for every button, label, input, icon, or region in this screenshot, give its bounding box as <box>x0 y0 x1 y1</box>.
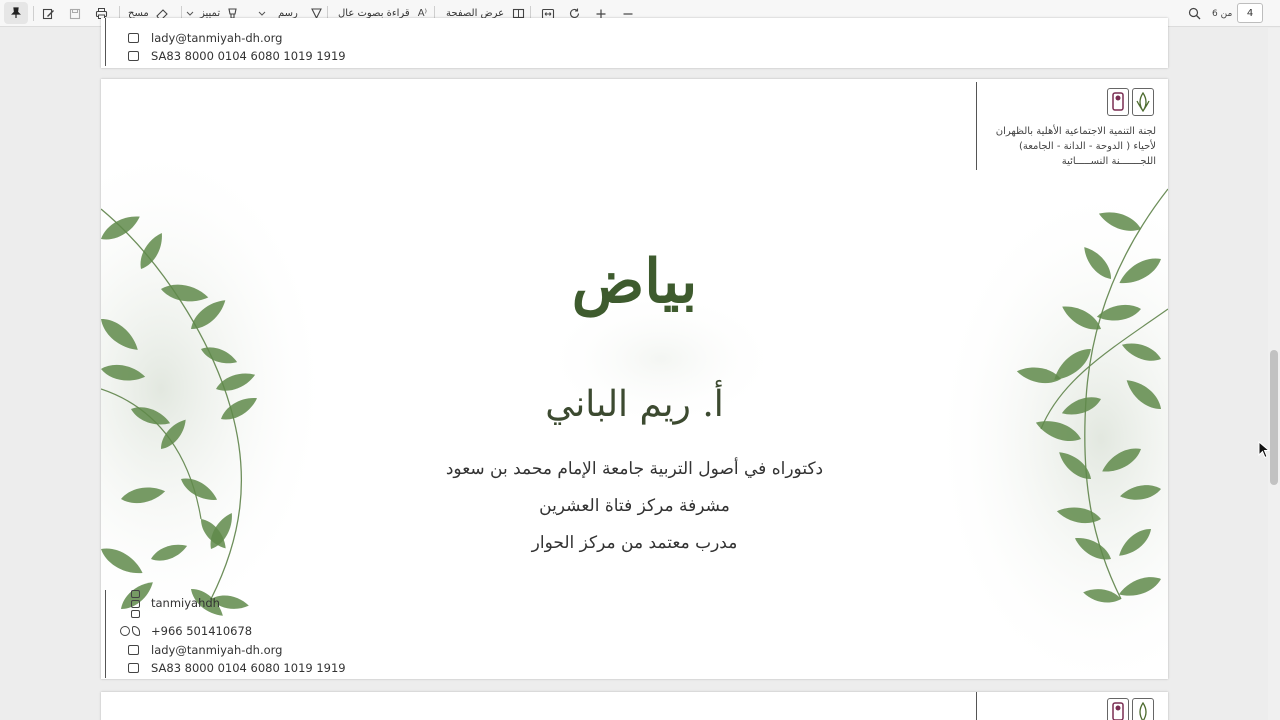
organization-logo-left <box>1107 698 1129 720</box>
presenter-credential-2: مشرفة مركز فتاة العشرين <box>539 496 730 516</box>
organization-header <box>976 692 1168 720</box>
presenter-credential-3: مدرب معتمد من مركز الحوار <box>531 533 738 553</box>
presenter-name: أ. ريم الباني <box>545 384 724 425</box>
contact-phone: +966 501410678 <box>151 624 253 638</box>
chevron-down-icon <box>186 11 194 16</box>
page-number-input[interactable]: 4 <box>1237 3 1263 23</box>
instagram-icon <box>131 600 140 608</box>
organization-name: لجنة التنمية الاجتماعية الأهلية بالظهران… <box>996 124 1156 169</box>
organization-logo-right <box>1132 698 1154 720</box>
pdf-page-next <box>101 692 1168 720</box>
scrollbar-thumb[interactable] <box>1270 350 1278 485</box>
contact-social: tanmiyahdh <box>151 596 220 610</box>
organization-logo-left <box>1107 88 1129 116</box>
phone-icon <box>132 626 140 636</box>
contact-email: lady@tanmiyah-dh.org <box>151 643 283 657</box>
organization-line-2: لأحياء ( الدوحة - الدانة - الجامعة) <box>1018 141 1156 152</box>
pin-icon <box>11 7 21 18</box>
organization-header: لجنة التنمية الاجتماعية الأهلية بالظهران… <box>976 82 1168 170</box>
organization-logo-right <box>1132 88 1154 116</box>
pdf-page-previous: lady@tanmiyah-dh.org SA83 8000 0104 6080… <box>101 18 1168 68</box>
save-icon <box>69 8 81 19</box>
search-icon <box>1188 7 1201 20</box>
page-total-label: من 6 <box>1212 8 1233 19</box>
bank-icon <box>128 663 139 673</box>
presenter-credential-1: دكتوراه في أصول التربية جامعة الإمام محم… <box>445 459 824 479</box>
organization-line-1: لجنة التنمية الاجتماعية الأهلية بالظهران <box>995 126 1156 137</box>
edit-text-icon <box>42 8 54 20</box>
snapchat-icon <box>131 610 140 618</box>
edit-text-button[interactable] <box>42 0 55 27</box>
bank-icon <box>128 51 139 61</box>
pdf-page-current: لجنة التنمية الاجتماعية الأهلية بالظهران… <box>101 79 1168 679</box>
pin-toolbar-button[interactable] <box>4 2 28 24</box>
email-icon <box>128 33 139 43</box>
email-icon <box>128 645 139 655</box>
save-button[interactable] <box>69 0 81 27</box>
contact-iban: SA83 8000 0104 6080 1019 1919 <box>151 49 346 63</box>
contact-iban: SA83 8000 0104 6080 1019 1919 <box>151 661 346 675</box>
whatsapp-icon <box>120 626 130 636</box>
contact-email: lady@tanmiyah-dh.org <box>151 31 283 45</box>
heart-icon <box>131 590 140 598</box>
search-button[interactable] <box>1188 0 1201 27</box>
organization-line-3: اللجـــــــنة النســـــائية <box>1061 156 1156 167</box>
mouse-cursor-icon <box>1258 441 1270 459</box>
slide-title: بياض <box>571 247 698 317</box>
chevron-down-icon <box>258 11 266 16</box>
